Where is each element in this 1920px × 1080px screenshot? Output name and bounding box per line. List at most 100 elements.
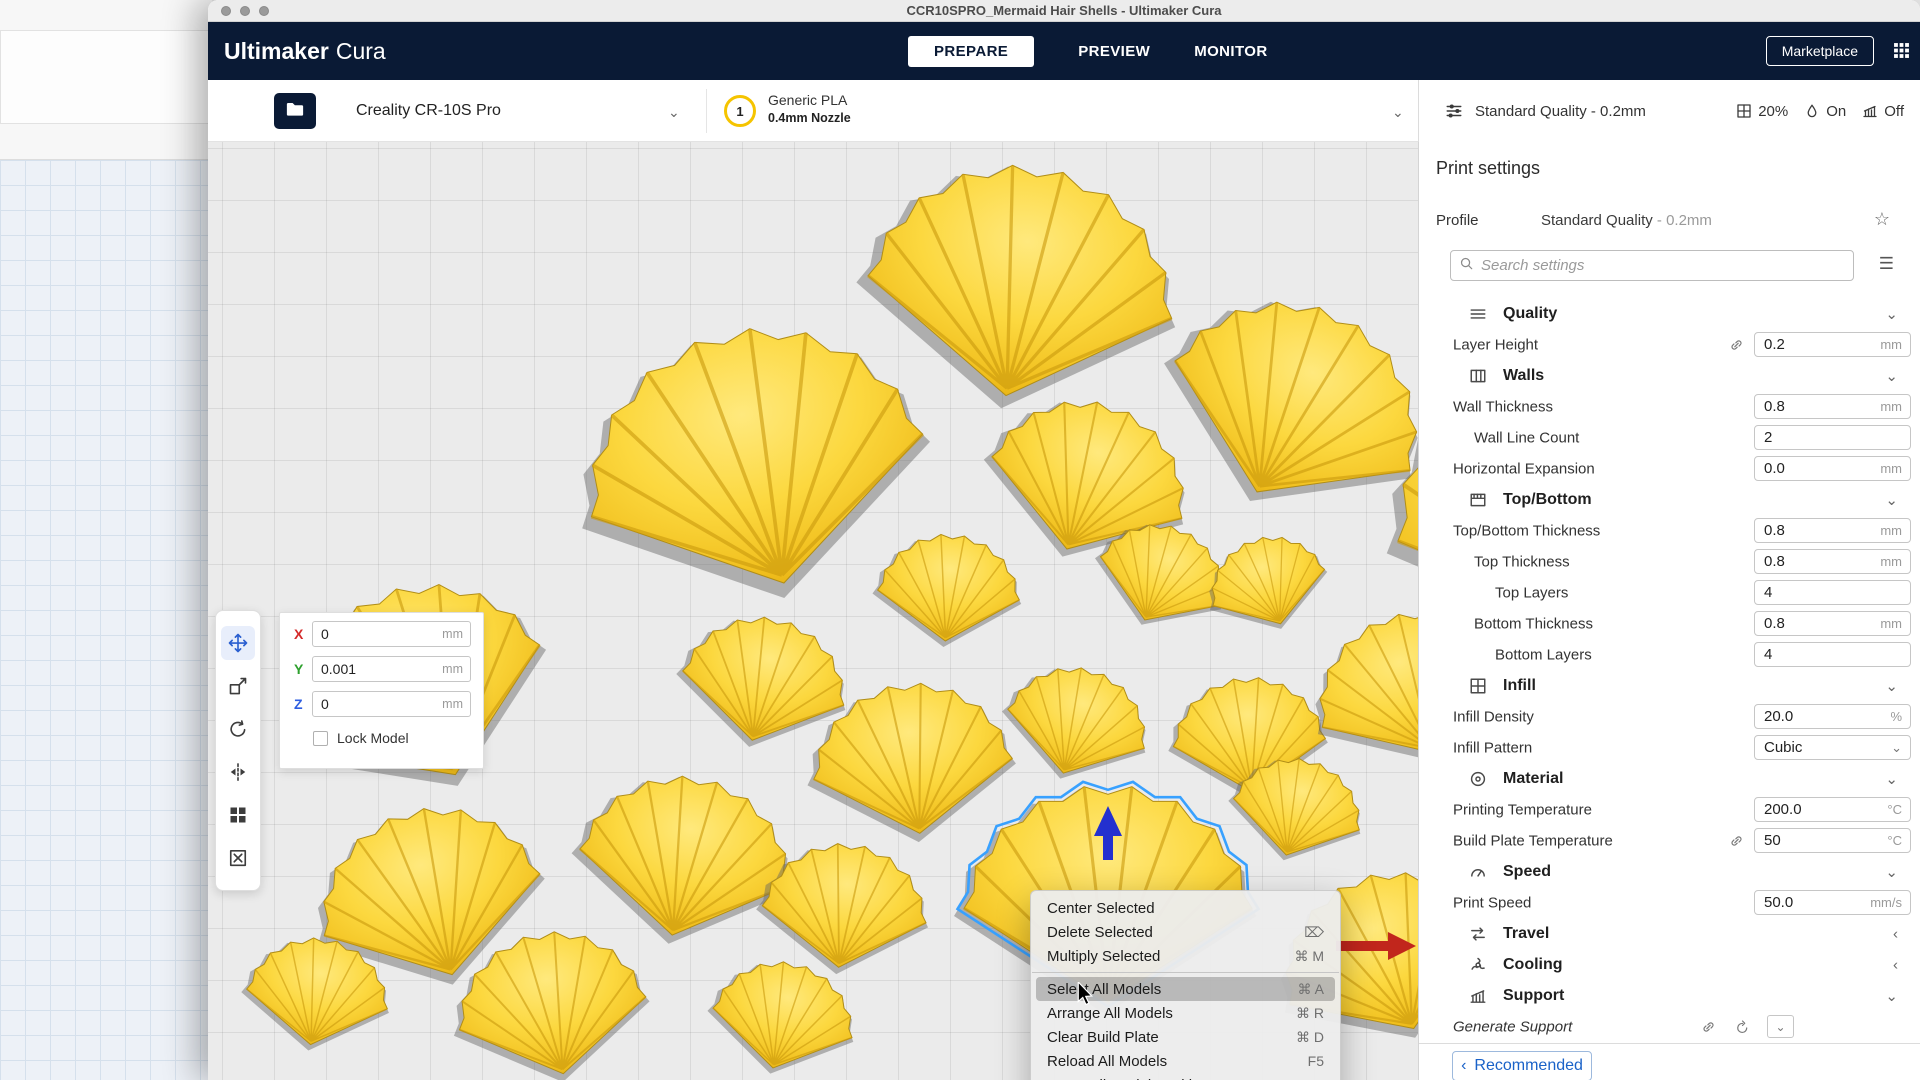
axis-label: Y xyxy=(294,661,312,677)
setting-input[interactable]: 4 xyxy=(1754,580,1911,605)
logo-light: Cura xyxy=(336,38,386,65)
lock-model-label: Lock Model xyxy=(337,730,409,746)
tool-move[interactable] xyxy=(221,626,255,660)
panel-footer: ‹ Recommended xyxy=(1419,1043,1920,1080)
setting-label: Bottom Thickness xyxy=(1474,615,1593,632)
setting-row-horizontal-expansion: Horizontal Expansion0.0mm xyxy=(1419,453,1920,484)
setting-input[interactable]: 50.0mm/s xyxy=(1754,890,1911,915)
tool-support-blocker[interactable] xyxy=(221,841,255,875)
setting-row-layer-height: Layer Height 0.2mm xyxy=(1419,329,1920,360)
link-icon[interactable] xyxy=(1701,1019,1716,1034)
generate-support-checkbox[interactable]: ⌄ xyxy=(1767,1015,1794,1038)
setting-input[interactable]: 0.2mm xyxy=(1754,332,1911,357)
open-file-button[interactable] xyxy=(274,93,316,129)
axis-x-row: X0mm xyxy=(294,620,471,648)
menu-item-multiply-selected[interactable]: Multiply Selected⌘ M xyxy=(1036,944,1335,968)
section-speed[interactable]: Speed⌄ xyxy=(1419,856,1920,887)
tool-scale[interactable] xyxy=(221,669,255,703)
menu-separator xyxy=(1032,972,1339,973)
cooling-icon xyxy=(1469,956,1487,974)
lock-model-checkbox[interactable] xyxy=(313,731,328,746)
setting-input[interactable]: 50°C xyxy=(1754,828,1911,853)
axis-input[interactable]: 0.001mm xyxy=(312,656,471,682)
setting-input[interactable]: 0.8mm xyxy=(1754,611,1911,636)
quality-icon xyxy=(1469,305,1487,323)
section-infill[interactable]: Infill⌄ xyxy=(1419,670,1920,701)
setting-row-infill-density: Infill Density20.0% xyxy=(1419,701,1920,732)
section-travel[interactable]: Travel‹ xyxy=(1419,918,1920,949)
setting-label: Wall Line Count xyxy=(1474,429,1579,446)
setting-label: Layer Height xyxy=(1453,336,1538,353)
axis-label: X xyxy=(294,626,312,642)
setting-input[interactable]: 20.0% xyxy=(1754,704,1911,729)
shell-model[interactable] xyxy=(1194,522,1340,648)
section-material[interactable]: Material⌄ xyxy=(1419,763,1920,794)
setting-input[interactable]: 0.8mm xyxy=(1754,518,1911,543)
shell-model[interactable] xyxy=(559,760,807,964)
recommended-mode-button[interactable]: ‹ Recommended xyxy=(1452,1051,1592,1080)
section-cooling[interactable]: Cooling‹ xyxy=(1419,949,1920,980)
menu-item-clear-build-plate[interactable]: Clear Build Plate⌘ D xyxy=(1036,1025,1335,1049)
axis-input[interactable]: 0mm xyxy=(312,691,471,717)
tool-rotate[interactable] xyxy=(221,712,255,746)
sliders-icon xyxy=(1445,102,1463,120)
extruder-badge: 1 xyxy=(724,95,756,127)
section-quality[interactable]: Quality⌄ xyxy=(1419,298,1920,329)
infill-icon xyxy=(1736,103,1752,119)
setting-row-build-plate-temperature: Build Plate Temperature50°C xyxy=(1419,825,1920,856)
shell-model[interactable] xyxy=(869,530,1026,652)
material-selector[interactable]: Generic PLA 0.4mm Nozzle xyxy=(768,92,851,125)
app-switcher-icon[interactable] xyxy=(1893,42,1910,64)
section-label: Cooling xyxy=(1503,956,1563,974)
material-icon xyxy=(1469,770,1487,788)
profile-dropdown[interactable]: Standard Quality - 0.2mm xyxy=(1541,212,1712,229)
setting-input[interactable]: 0.0mm xyxy=(1754,456,1911,481)
setting-row-bottom-thickness: Bottom Thickness 0.8mm xyxy=(1419,608,1920,639)
setting-row-wall-line-count: Wall Line Count 2 xyxy=(1419,422,1920,453)
menu-item-reload-all-models[interactable]: Reload All ModelsF5 xyxy=(1036,1049,1335,1073)
profile-row: Profile Standard Quality - 0.2mm ☆ xyxy=(1419,200,1920,244)
tab-monitor[interactable]: MONITOR xyxy=(1194,43,1267,60)
menu-item-delete-selected[interactable]: Delete Selected⌦ xyxy=(1036,920,1335,944)
setting-dropdown[interactable]: Cubic⌄ xyxy=(1754,735,1911,760)
search-input[interactable] xyxy=(1481,257,1853,274)
window-titlebar[interactable]: CCR10SPRO_Mermaid Hair Shells - Ultimake… xyxy=(208,0,1920,22)
link-icon[interactable] xyxy=(1729,833,1744,848)
lock-model-row: Lock Model xyxy=(313,730,483,746)
setting-row-top-layers: Top Layers4 xyxy=(1419,577,1920,608)
setting-input[interactable]: 0.8mm xyxy=(1754,394,1911,419)
setting-input[interactable]: 4 xyxy=(1754,642,1911,667)
chevron-down-icon: ⌄ xyxy=(1885,987,1898,1005)
section-support[interactable]: Support⌄ xyxy=(1419,980,1920,1011)
search-box[interactable] xyxy=(1450,250,1854,281)
tool-per-model-settings[interactable] xyxy=(221,798,255,832)
setting-label: Generate Support xyxy=(1453,1018,1572,1035)
print-setup-summary[interactable]: Standard Quality - 0.2mm 20% On Off xyxy=(1418,80,1920,142)
section-top-bottom[interactable]: Top/Bottom⌄ xyxy=(1419,484,1920,515)
menu-item-center-selected[interactable]: Center Selected xyxy=(1036,896,1335,920)
section-walls[interactable]: Walls⌄ xyxy=(1419,360,1920,391)
axis-input[interactable]: 0mm xyxy=(312,621,471,647)
link-icon[interactable] xyxy=(1729,337,1744,352)
section-label: Infill xyxy=(1503,677,1536,695)
tool-mirror[interactable] xyxy=(221,755,255,789)
mouse-cursor xyxy=(1074,982,1096,1011)
reset-icon[interactable] xyxy=(1735,1019,1750,1034)
chevron-down-icon: ⌄ xyxy=(668,104,680,121)
shell-model[interactable] xyxy=(989,650,1163,799)
topbottom-icon xyxy=(1469,491,1487,509)
section-label: Speed xyxy=(1503,863,1551,881)
star-icon[interactable]: ☆ xyxy=(1874,209,1890,230)
tab-preview[interactable]: PREVIEW xyxy=(1078,43,1150,60)
tab-prepare[interactable]: PREPARE xyxy=(908,36,1034,67)
setting-label: Infill Pattern xyxy=(1453,739,1532,756)
settings-list-icon[interactable]: ☰ xyxy=(1879,254,1894,274)
setting-input[interactable]: 200.0°C xyxy=(1754,797,1911,822)
marketplace-button[interactable]: Marketplace xyxy=(1766,36,1874,66)
menu-item-reset-all-model-positions[interactable]: Reset All Model Positions xyxy=(1036,1073,1335,1080)
profile-label: Profile xyxy=(1436,212,1479,229)
printer-selector[interactable]: Creality CR-10S Pro xyxy=(356,80,501,142)
chevron-left-icon: ‹ xyxy=(1893,925,1898,942)
setting-input[interactable]: 0.8mm xyxy=(1754,549,1911,574)
setting-input[interactable]: 2 xyxy=(1754,425,1911,450)
